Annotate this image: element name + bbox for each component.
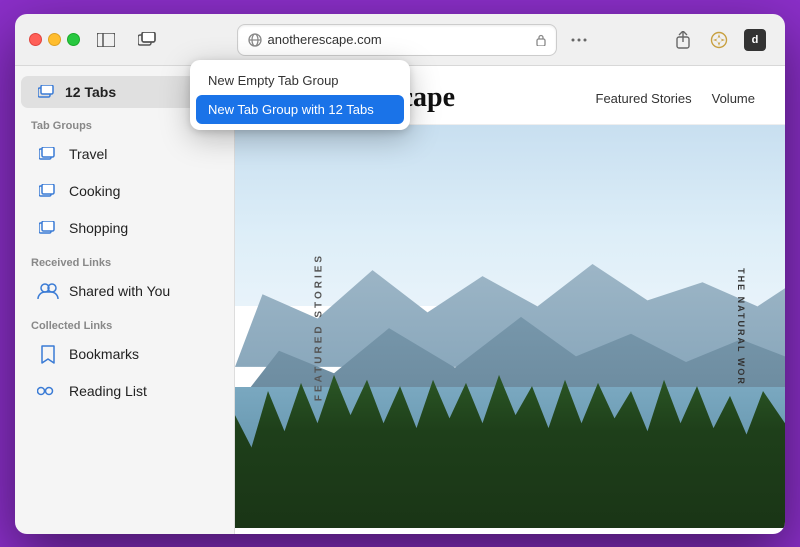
tab-group-button[interactable] — [132, 26, 164, 54]
cooking-label: Cooking — [69, 183, 120, 199]
share-button[interactable] — [667, 26, 699, 54]
reading-list-label: Reading List — [69, 383, 147, 399]
minimize-button[interactable] — [48, 33, 61, 46]
more-options-button[interactable] — [563, 26, 595, 54]
received-links-header: Received Links — [15, 247, 234, 273]
hero-image: Featured Stories The Natural Wor — [235, 125, 785, 528]
nav-links: Featured Stories Volume — [596, 91, 755, 106]
nav-featured-stories[interactable]: Featured Stories — [596, 91, 692, 106]
new-tab-group-with-tabs-item[interactable]: New Tab Group with 12 Tabs — [196, 95, 404, 124]
lock-icon — [536, 34, 546, 46]
tabs-icon — [37, 82, 57, 102]
sidebar-item-travel[interactable]: Travel — [21, 136, 228, 172]
toolbar-right: d — [667, 26, 771, 54]
web-content: Another Escape Featured Stories Volume F… — [235, 66, 785, 534]
tabs-label: 12 Tabs — [65, 84, 116, 100]
reading-list-icon — [37, 380, 59, 402]
shared-with-you-label: Shared with You — [69, 283, 170, 299]
collected-links-header: Collected Links — [15, 310, 234, 336]
featured-stories-vertical-text: Featured Stories — [314, 252, 325, 400]
bookmark-icon — [37, 343, 59, 365]
nav-volume[interactable]: Volume — [712, 91, 755, 106]
main-content: 12 Tabs Tab Groups Travel — [15, 66, 785, 534]
shopping-label: Shopping — [69, 220, 128, 236]
close-button[interactable] — [29, 33, 42, 46]
shared-with-you-icon — [37, 280, 59, 302]
bookmarks-label: Bookmarks — [69, 346, 139, 362]
travel-label: Travel — [69, 146, 107, 162]
tab-group-travel-icon — [37, 143, 59, 165]
sidebar-item-cooking[interactable]: Cooking — [21, 173, 228, 209]
landscape-scene: Featured Stories The Natural Wor — [235, 125, 785, 528]
titlebar: New Empty Tab Group New Tab Group with 1… — [15, 14, 785, 66]
url-text: anotherescape.com — [268, 32, 530, 47]
new-empty-tab-group-item[interactable]: New Empty Tab Group — [196, 66, 404, 95]
ai-button[interactable] — [703, 26, 735, 54]
tab-group-shopping-icon — [37, 217, 59, 239]
tab-group-dropdown: New Empty Tab Group New Tab Group with 1… — [190, 60, 410, 130]
profile-button[interactable]: d — [739, 26, 771, 54]
sidebar-item-reading-list[interactable]: Reading List — [21, 373, 228, 409]
tab-group-cooking-icon — [37, 180, 59, 202]
address-bar[interactable]: anotherescape.com — [237, 24, 557, 56]
sidebar: 12 Tabs Tab Groups Travel — [15, 66, 235, 534]
sidebar-item-bookmarks[interactable]: Bookmarks — [21, 336, 228, 372]
address-bar-container: anotherescape.com — [174, 24, 657, 56]
natural-world-vertical-text: The Natural Wor — [736, 268, 746, 386]
traffic-lights — [29, 33, 80, 46]
sidebar-toggle-button[interactable] — [90, 26, 122, 54]
globe-icon — [248, 33, 262, 47]
sidebar-item-shopping[interactable]: Shopping — [21, 210, 228, 246]
browser-window: New Empty Tab Group New Tab Group with 1… — [15, 14, 785, 534]
fullscreen-button[interactable] — [67, 33, 80, 46]
sidebar-item-shared[interactable]: Shared with You — [21, 273, 228, 309]
